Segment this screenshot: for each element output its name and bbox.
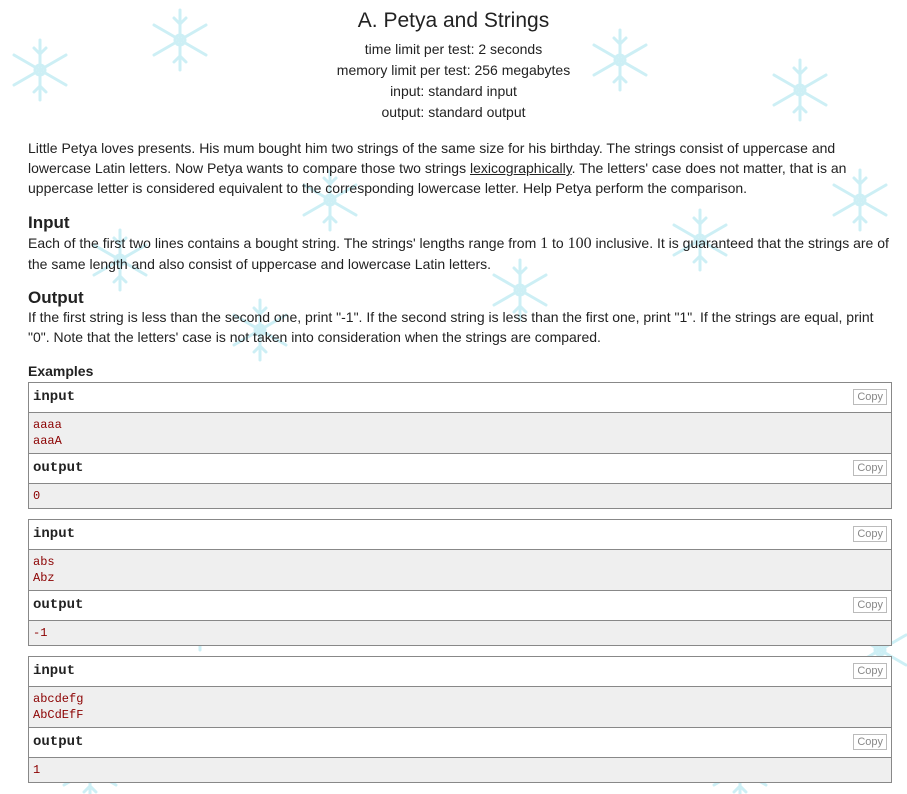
legend-paragraph: Little Petya loves presents. His mum bou… xyxy=(28,138,894,198)
input-label: input xyxy=(33,526,76,542)
output-block: 0 xyxy=(29,484,891,508)
input-header: input Copy xyxy=(29,520,891,550)
output-line: 0 xyxy=(33,489,41,503)
copy-button[interactable]: Copy xyxy=(853,734,887,750)
output-line: -1 xyxy=(33,626,48,640)
output-header: output Copy xyxy=(29,591,891,621)
copy-button[interactable]: Copy xyxy=(853,526,887,542)
output-line: 1 xyxy=(33,763,41,777)
input-section-title: Input xyxy=(28,213,70,232)
min-length: 1 xyxy=(540,235,549,252)
max-length: 100 xyxy=(567,235,592,252)
problem-header: A. Petya and Strings time limit per test… xyxy=(0,0,907,123)
examples-title: Examples xyxy=(28,363,94,379)
input-line: abs xyxy=(33,555,55,569)
output-block: -1 xyxy=(29,621,891,645)
memory-limit: memory limit per test: 256 megabytes xyxy=(336,62,571,78)
input-block: aaaa aaaA xyxy=(29,413,891,454)
input-block: abcdefg AbCdEfF xyxy=(29,687,891,728)
input-file: input: standard input xyxy=(390,83,517,99)
example-3: input Copy abcdefg AbCdEfF output Copy 1 xyxy=(28,656,892,783)
lexicographically-link[interactable]: lexicographically xyxy=(470,160,572,176)
input-line: aaaA xyxy=(33,434,62,448)
output-section-title: Output xyxy=(28,288,84,307)
input-line: Abz xyxy=(33,571,55,585)
output-file: output: standard output xyxy=(381,104,526,120)
output-spec-paragraph: If the first string is less than the sec… xyxy=(28,309,874,345)
output-label: output xyxy=(33,597,84,613)
input-line: AbCdEfF xyxy=(33,708,84,722)
copy-button[interactable]: Copy xyxy=(853,389,887,405)
output-block: 1 xyxy=(29,758,891,782)
input-spec-text-1: Each of the first two lines contains a b… xyxy=(28,235,541,251)
input-spec-paragraph: Each of the first two lines contains a b… xyxy=(28,233,894,274)
time-limit: time limit per test: 2 seconds xyxy=(364,41,543,57)
output-label: output xyxy=(33,460,84,476)
output-label: output xyxy=(33,734,84,750)
problem-title: A. Petya and Strings xyxy=(357,9,550,32)
example-2: input Copy abs Abz output Copy -1 xyxy=(28,519,892,646)
input-line: abcdefg xyxy=(33,692,84,706)
input-header: input Copy xyxy=(29,383,891,413)
input-line: aaaa xyxy=(33,418,62,432)
input-spec-text-2: to xyxy=(548,235,568,251)
input-label: input xyxy=(33,389,76,405)
input-label: input xyxy=(33,663,76,679)
problem-statement: A. Petya and Strings time limit per test… xyxy=(0,0,907,783)
output-header: output Copy xyxy=(29,454,891,484)
input-block: abs Abz xyxy=(29,550,891,591)
output-header: output Copy xyxy=(29,728,891,758)
copy-button[interactable]: Copy xyxy=(853,663,887,679)
input-header: input Copy xyxy=(29,657,891,687)
copy-button[interactable]: Copy xyxy=(853,597,887,613)
example-1: input Copy aaaa aaaA output Copy 0 xyxy=(28,382,892,509)
copy-button[interactable]: Copy xyxy=(853,460,887,476)
